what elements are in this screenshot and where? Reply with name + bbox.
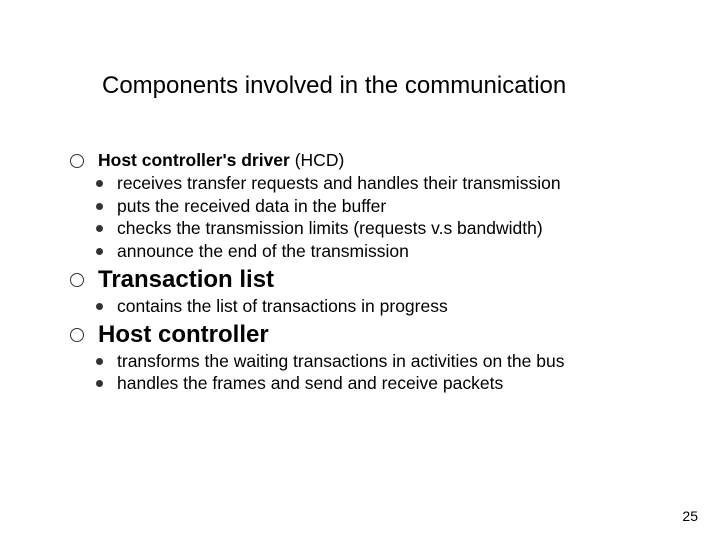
- sub-item: announce the end of the transmission: [96, 240, 670, 263]
- list-item: Host controller's driver (HCD): [70, 150, 670, 172]
- circle-bullet-icon: [70, 154, 84, 168]
- list-item-text: Host controller's driver (HCD): [98, 150, 344, 172]
- slide-title: Components involved in the communication: [102, 72, 566, 100]
- sub-item-text: announce the end of the transmission: [117, 240, 409, 263]
- sub-item: transforms the waiting transactions in a…: [96, 350, 670, 373]
- dot-bullet-icon: [96, 225, 103, 232]
- dot-bullet-icon: [96, 203, 103, 210]
- dot-bullet-icon: [96, 358, 103, 365]
- list-item-text: Transaction list: [98, 265, 274, 295]
- dot-bullet-icon: [96, 180, 103, 187]
- sub-item: receives transfer requests and handles t…: [96, 172, 670, 195]
- circle-bullet-icon: [70, 273, 84, 287]
- list-item: Transaction list: [70, 265, 670, 295]
- sub-item: puts the received data in the buffer: [96, 195, 670, 218]
- slide-content: Host controller's driver (HCD) receives …: [70, 150, 670, 395]
- sub-item: checks the transmission limits (requests…: [96, 217, 670, 240]
- page-number: 25: [682, 508, 698, 524]
- list-item-text: Host controller: [98, 320, 269, 350]
- sub-item-text: transforms the waiting transactions in a…: [117, 350, 564, 373]
- sub-item: handles the frames and send and receive …: [96, 372, 670, 395]
- sub-item-text: handles the frames and send and receive …: [117, 372, 503, 395]
- sub-item: contains the list of transactions in pro…: [96, 295, 670, 318]
- circle-bullet-icon: [70, 328, 84, 342]
- sub-item-text: contains the list of transactions in pro…: [117, 295, 448, 318]
- dot-bullet-icon: [96, 303, 103, 310]
- dot-bullet-icon: [96, 248, 103, 255]
- list-item: Host controller: [70, 320, 670, 350]
- sub-item-text: puts the received data in the buffer: [117, 195, 386, 218]
- sub-item-text: receives transfer requests and handles t…: [117, 172, 561, 195]
- dot-bullet-icon: [96, 380, 103, 387]
- sub-item-text: checks the transmission limits (requests…: [117, 217, 543, 240]
